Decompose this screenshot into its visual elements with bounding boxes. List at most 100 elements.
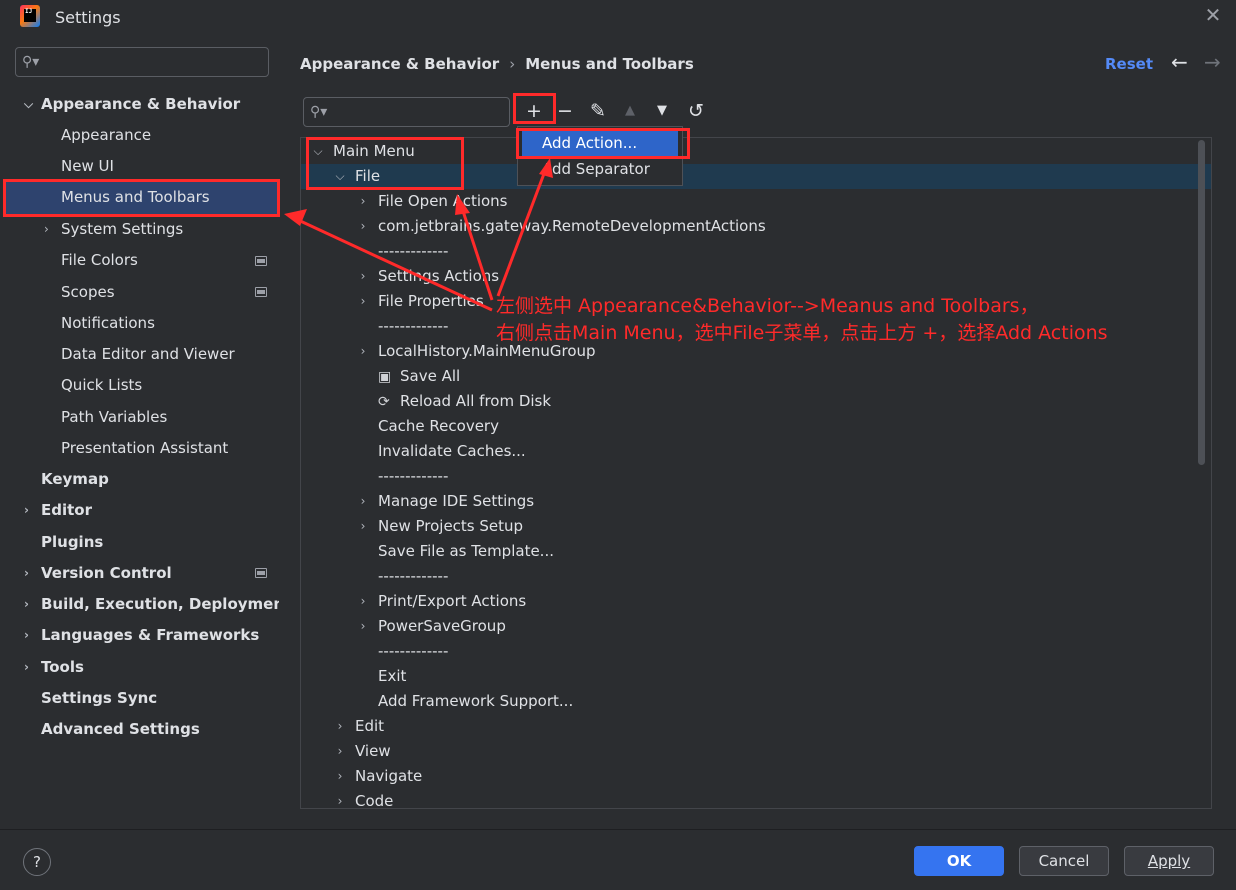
tree-node-code[interactable]: › Code <box>338 789 394 808</box>
chevron-right-icon[interactable]: › <box>356 589 370 614</box>
chevron-right-icon[interactable]: › <box>356 489 370 514</box>
chevron-right-icon[interactable]: › <box>24 495 29 526</box>
breadcrumb-item: Appearance & Behavior <box>300 55 500 73</box>
tree-node-edit[interactable]: › Edit <box>338 714 384 739</box>
tree-node[interactable]: › File Properties <box>361 289 484 314</box>
project-level-icon <box>255 568 267 578</box>
sidebar-item-quick-lists[interactable]: Quick Lists <box>61 370 142 401</box>
tree-separator[interactable]: ------------- <box>378 639 448 664</box>
add-separator-menu-item[interactable]: Add Separator <box>522 157 678 182</box>
sidebar-item-editor[interactable]: › Editor <box>24 495 92 526</box>
sidebar-item-presentation-assistant[interactable]: Presentation Assistant <box>61 433 228 464</box>
breadcrumb-item: Menus and Toolbars <box>525 55 694 73</box>
refresh-icon: ⟳ <box>378 394 390 410</box>
sidebar-item-appearance-behavior[interactable]: ⌵ Appearance & Behavior <box>24 89 240 120</box>
title-bar: IJ Settings ✕ <box>0 0 1236 36</box>
sidebar-item-notifications[interactable]: Notifications <box>61 308 155 339</box>
remove-icon[interactable]: − <box>553 98 577 124</box>
annotation-box-add-button <box>513 93 556 124</box>
chevron-right-icon[interactable]: › <box>356 289 370 314</box>
breadcrumb: Appearance & Behavior › Menus and Toolbars <box>300 55 694 73</box>
tree-node-view[interactable]: › View <box>338 739 391 764</box>
window-title: Settings <box>55 8 121 27</box>
sidebar-item-scopes[interactable]: Scopes <box>61 277 115 308</box>
chevron-right-icon[interactable]: › <box>356 264 370 289</box>
tree-node[interactable]: Add Framework Support... <box>378 689 573 714</box>
cancel-button[interactable]: Cancel <box>1019 846 1109 876</box>
help-icon[interactable]: ? <box>23 848 51 876</box>
move-down-icon[interactable]: ▼ <box>650 98 674 124</box>
tree-node[interactable]: › New Projects Setup <box>361 514 523 539</box>
sidebar-item-advanced-settings[interactable]: Advanced Settings <box>41 714 200 745</box>
sidebar-item-settings-sync[interactable]: Settings Sync <box>41 683 157 714</box>
chevron-right-icon[interactable]: › <box>24 558 29 589</box>
close-icon[interactable]: ✕ <box>1203 5 1223 25</box>
tree-node[interactable]: Cache Recovery <box>378 414 499 439</box>
sidebar-item-data-editor[interactable]: Data Editor and Viewer <box>61 339 235 370</box>
chevron-right-icon[interactable]: › <box>24 652 29 683</box>
chevron-right-icon[interactable]: › <box>333 739 347 764</box>
chevron-right-icon[interactable]: › <box>24 620 29 651</box>
tree-node[interactable]: › File Open Actions <box>361 189 508 214</box>
sidebar-item-path-variables[interactable]: Path Variables <box>61 402 167 433</box>
tree-node[interactable]: › com.jetbrains.gateway.RemoteDevelopment… <box>361 214 766 239</box>
sidebar-item-appearance[interactable]: Appearance <box>61 120 151 151</box>
chevron-right-icon[interactable]: › <box>356 339 370 364</box>
tree-separator[interactable]: ------------- <box>378 239 448 264</box>
sidebar-item-keymap[interactable]: Keymap <box>41 464 109 495</box>
tree-separator[interactable]: ------------- <box>378 464 448 489</box>
chevron-right-icon[interactable]: › <box>356 189 370 214</box>
chevron-right-icon[interactable]: › <box>356 214 370 239</box>
sidebar-item-version-control[interactable]: › Version Control <box>24 558 172 589</box>
chevron-right-icon[interactable]: › <box>333 714 347 739</box>
tree-node[interactable]: › Print/Export Actions <box>361 589 527 614</box>
project-level-icon <box>255 287 267 297</box>
sidebar-item-new-ui[interactable]: New UI <box>61 151 114 182</box>
tree-search-input[interactable]: ⚲▾ <box>303 97 510 127</box>
menu-tree: ⌵ Main Menu ⌵ File › File Open Actions › com… <box>300 137 1212 809</box>
chevron-right-icon[interactable]: › <box>44 214 49 245</box>
sidebar-item-system-settings[interactable]: › System Settings <box>44 214 183 245</box>
restore-icon[interactable]: ↺ <box>684 98 708 124</box>
tree-node[interactable]: › Manage IDE Settings <box>361 489 535 514</box>
sidebar-item-build[interactable]: › Build, Execution, Deployment <box>24 589 291 620</box>
chevron-down-icon[interactable]: ⌵ <box>24 89 33 120</box>
sidebar-search-input[interactable]: ⚲▾ <box>15 47 269 77</box>
tree-node[interactable]: Invalidate Caches... <box>378 439 526 464</box>
move-up-icon[interactable]: ▲ <box>618 98 642 124</box>
tree-node-navigate[interactable]: › Navigate <box>338 764 423 789</box>
tree-node[interactable]: ⟳ Reload All from Disk <box>378 389 551 414</box>
project-level-icon <box>255 256 267 266</box>
tree-node[interactable]: › PowerSaveGroup <box>361 614 506 639</box>
chevron-right-icon[interactable]: › <box>356 514 370 539</box>
chevron-right-icon[interactable]: › <box>24 589 29 620</box>
chevron-right-icon[interactable]: › <box>356 614 370 639</box>
search-icon: ⚲▾ <box>310 104 328 120</box>
reset-link[interactable]: Reset <box>1105 55 1153 73</box>
edit-icon[interactable]: ✎ <box>586 98 610 124</box>
back-arrow-icon[interactable]: ← <box>1171 50 1188 74</box>
sidebar-item-tools[interactable]: › Tools <box>24 652 84 683</box>
sidebar-item-languages[interactable]: › Languages & Frameworks <box>24 620 259 651</box>
chevron-right-icon[interactable]: › <box>333 789 347 808</box>
apply-button[interactable]: Apply <box>1124 846 1214 876</box>
tree-node[interactable]: › Settings Actions <box>361 264 500 289</box>
annotation-text-line1: 左侧选中 Appearance&Behavior-->Meanus and To… <box>496 295 1039 317</box>
intellij-logo-icon: IJ <box>20 5 40 27</box>
vertical-scrollbar[interactable] <box>1198 140 1205 465</box>
tree-separator[interactable]: ------------- <box>378 314 448 339</box>
dialog-footer: ? OK Cancel Apply <box>0 829 1236 890</box>
sidebar-item-file-colors[interactable]: File Colors <box>61 245 138 276</box>
settings-sidebar: ⚲▾ ⌵ Appearance & Behavior Appearance New… <box>0 36 291 829</box>
chevron-right-icon[interactable]: › <box>333 764 347 789</box>
tree-node[interactable]: ▣ Save All <box>378 364 460 389</box>
annotation-box-sidebar <box>3 179 280 217</box>
forward-arrow-icon[interactable]: → <box>1204 50 1221 74</box>
sidebar-item-plugins[interactable]: Plugins <box>41 527 103 558</box>
tree-node[interactable]: Exit <box>378 664 406 689</box>
tree-separator[interactable]: ------------- <box>378 564 448 589</box>
ok-button[interactable]: OK <box>914 846 1004 876</box>
tree-node[interactable]: Save File as Template... <box>378 539 554 564</box>
annotation-box-add-action <box>516 128 690 159</box>
annotation-text-line2: 右侧点击Main Menu，选中File子菜单，点击上方 +，选择Add Act… <box>496 322 1108 344</box>
